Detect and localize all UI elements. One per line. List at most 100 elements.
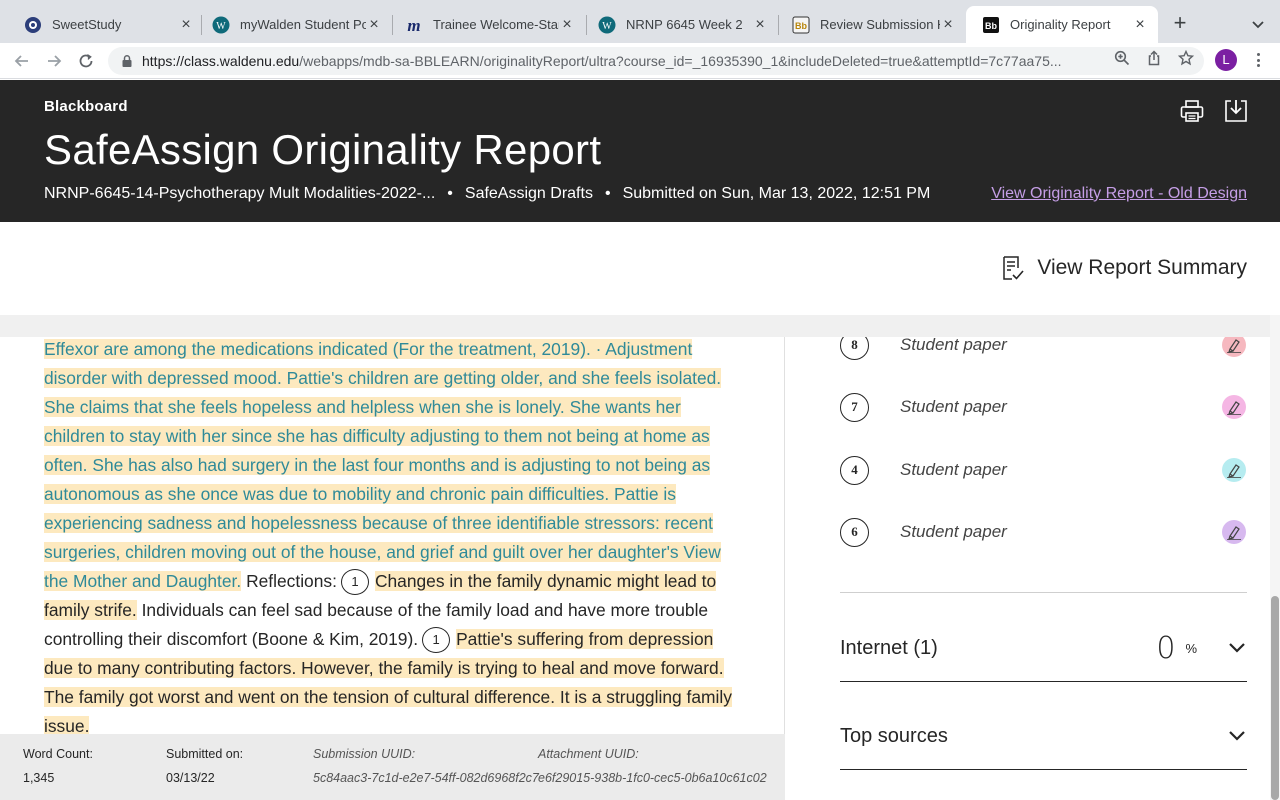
close-icon[interactable]: ×	[752, 16, 768, 33]
bookmark-button[interactable]	[1177, 49, 1195, 67]
svg-text:m: m	[407, 16, 420, 34]
download-button[interactable]	[1223, 98, 1249, 124]
source-number: 4	[840, 455, 869, 485]
page-title: SafeAssign Originality Report	[44, 126, 602, 173]
print-button[interactable]	[1179, 98, 1205, 124]
close-icon[interactable]: ×	[366, 16, 382, 33]
submission-info-bar: Word Count: 1,345 Submitted on: 03/13/22…	[0, 734, 785, 800]
submission-meta: NRNP-6645-14-Psychotherapy Mult Modaliti…	[44, 185, 931, 202]
browser-tab-originality-report[interactable]: Bb Originality Report ×	[966, 6, 1158, 43]
share-button[interactable]	[1145, 49, 1163, 67]
internet-sources-title: Internet (1)	[840, 636, 938, 659]
source-number: 6	[840, 517, 869, 547]
source-item[interactable]: 7 Student paper	[840, 387, 1246, 427]
reload-button[interactable]	[74, 49, 98, 73]
browser-tab-review-submission[interactable]: Bb Review Submission His ×	[776, 6, 966, 43]
print-icon	[1180, 100, 1204, 122]
arrow-left-icon	[14, 55, 28, 67]
sources-panel: 8 Student paper 7 Student paper 4 Studen…	[808, 337, 1270, 800]
svg-text:W: W	[602, 21, 612, 32]
download-icon	[1225, 100, 1247, 122]
word-count-label: Word Count:	[23, 747, 93, 761]
browser-tab-sweetstudy[interactable]: SweetStudy ×	[8, 6, 204, 43]
close-icon[interactable]: ×	[559, 16, 575, 33]
url-text: https://class.waldenu.edu/webapps/mdb-sa…	[142, 53, 1062, 69]
reload-icon	[79, 54, 93, 68]
submitted-on-label: Submitted on:	[166, 747, 244, 761]
browser-menu-button[interactable]	[1250, 51, 1266, 69]
share-icon	[1148, 50, 1160, 66]
zoom-button[interactable]	[1113, 49, 1131, 67]
view-report-summary-button[interactable]: View Report Summary	[1001, 255, 1247, 281]
course-name: NRNP-6645-14-Psychotherapy Mult Modaliti…	[44, 185, 436, 202]
lock-icon	[122, 55, 132, 67]
old-design-link[interactable]: View Originality Report - Old Design	[991, 185, 1247, 203]
internet-sources-section[interactable]: Internet (1) 0 %	[840, 626, 1247, 670]
chevron-down-icon	[1252, 21, 1264, 29]
forward-button[interactable]	[42, 49, 66, 73]
source-marker[interactable]: 1	[422, 627, 451, 654]
tab-search-button[interactable]	[1248, 14, 1268, 34]
top-sources-section[interactable]: Top sources	[840, 714, 1247, 758]
unmatched-text: Reflections:	[241, 571, 337, 591]
arrow-right-icon	[48, 55, 62, 67]
bb-icon: Bb	[792, 16, 810, 34]
address-bar[interactable]: https://class.waldenu.edu/webapps/mdb-sa…	[108, 47, 1204, 75]
zoom-icon	[1114, 50, 1130, 66]
svg-text:Bb: Bb	[795, 21, 807, 31]
star-icon	[1178, 50, 1194, 66]
source-number: 7	[840, 392, 869, 422]
paper-text: Effexor are among the medications indica…	[44, 337, 744, 734]
submitted-on-value: 03/13/22	[166, 771, 215, 785]
submission-uuid-label: Submission UUID:	[313, 747, 416, 761]
walden-icon: W	[212, 16, 230, 34]
source-label: Student paper	[900, 397, 1007, 416]
svg-text:W: W	[216, 21, 226, 32]
word-count-value: 1,345	[23, 771, 55, 785]
source-number: 8	[840, 337, 869, 360]
sweetstudy-icon	[24, 16, 42, 34]
browser-toolbar: https://class.waldenu.edu/webapps/mdb-sa…	[0, 43, 1280, 79]
source-item[interactable]: 6 Student paper	[840, 512, 1246, 552]
submission-uuid-value: 5c84aac3-7c1d-e2e7-54ff-082d6968f2c7	[313, 771, 539, 785]
blackboard-logo: Blackboard	[44, 98, 128, 115]
source-marker[interactable]: 1	[340, 569, 369, 596]
chevron-down-icon[interactable]	[1227, 726, 1247, 746]
chevron-down-icon[interactable]	[1227, 638, 1247, 658]
profile-avatar[interactable]: L	[1215, 49, 1237, 71]
assignment-name: SafeAssign Drafts	[464, 185, 593, 202]
top-sources-title: Top sources	[840, 724, 948, 747]
browser-tab-nrnp-week2[interactable]: W NRNP 6645 Week 2 ×	[582, 6, 778, 43]
browser-tab-mywalden[interactable]: W myWalden Student Por ×	[196, 6, 392, 43]
browser-tab-trainee-welcome[interactable]: m Trainee Welcome-Star ×	[389, 6, 585, 43]
new-tab-button[interactable]: +	[1168, 12, 1192, 36]
source-label: Student paper	[900, 337, 1007, 354]
report-header: Blackboard SafeAssign Originality Report…	[0, 80, 1280, 222]
source-item[interactable]: 4 Student paper	[840, 450, 1246, 490]
submitted-date: Submitted on Sun, Mar 13, 2022, 12:51 PM	[622, 185, 931, 202]
internet-percent: 0	[1156, 630, 1176, 666]
close-icon[interactable]: ×	[178, 16, 194, 33]
summary-bar: View Report Summary	[0, 222, 1280, 315]
highlighter-icon[interactable]	[1222, 395, 1246, 419]
bb-icon: Bb	[982, 16, 1000, 34]
source-label: Student paper	[900, 522, 1007, 541]
attachment-uuid-value: e6f29015-938b-1fc0-cec5-0b6a10c61c02	[538, 771, 767, 785]
close-icon[interactable]: ×	[940, 16, 956, 33]
m-icon: m	[405, 16, 423, 34]
source-label: Student paper	[900, 460, 1007, 479]
walden-icon: W	[598, 16, 616, 34]
report-summary-icon	[1003, 256, 1024, 280]
browser-tab-strip: SweetStudy × W myWalden Student Por × m …	[0, 0, 1280, 43]
highlighter-icon[interactable]	[1222, 337, 1246, 357]
matched-text[interactable]: Effexor are among the medications indica…	[44, 339, 722, 591]
attachment-uuid-label: Attachment UUID:	[538, 747, 639, 761]
highlighter-icon[interactable]	[1222, 458, 1246, 482]
back-button[interactable]	[10, 49, 34, 73]
view-report-summary-label: View Report Summary	[1037, 256, 1247, 279]
scrollbar-thumb[interactable]	[1271, 596, 1279, 800]
highlighter-icon[interactable]	[1222, 520, 1246, 544]
source-item[interactable]: 8 Student paper	[840, 337, 1246, 365]
paper-text-panel[interactable]: Effexor are among the medications indica…	[0, 337, 785, 734]
close-icon[interactable]: ×	[1132, 16, 1148, 33]
